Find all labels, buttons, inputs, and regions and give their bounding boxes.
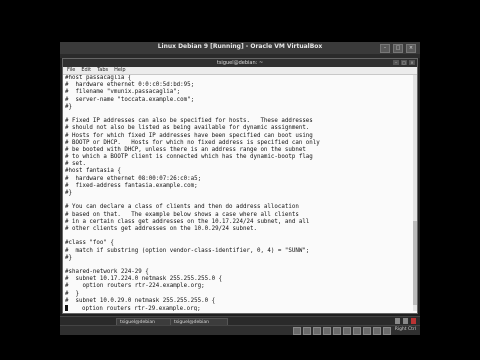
- optical-drive-icon[interactable]: [302, 327, 311, 335]
- terminal-line: # set.: [65, 161, 86, 168]
- terminal-scroll-thumb[interactable]: [413, 221, 417, 305]
- network-adapter-icon[interactable]: [322, 327, 331, 335]
- terminal-line: # Hosts for which fixed IP addresses hav…: [65, 132, 313, 139]
- menu-file[interactable]: File: [67, 67, 75, 74]
- shared-folders-icon[interactable]: [342, 327, 351, 335]
- terminal-line: # subnet 10.17.224.0 netmask 255.255.255…: [65, 276, 223, 283]
- display-icon[interactable]: [352, 327, 361, 335]
- vbox-statusbar: Right Ctrl: [60, 325, 420, 335]
- terminal-title: tsiguel@debian: ~: [216, 60, 264, 66]
- terminal-line: # server-name "toccata.example.com";: [65, 96, 195, 103]
- terminal-titlebar[interactable]: tsiguel@debian: ~ – □ ×: [63, 59, 417, 67]
- terminal-line: # filename "vmunix.passacaglia";: [65, 89, 181, 96]
- terminal-line: # in a certain class get addresses on th…: [65, 218, 310, 225]
- vbox-status-icons: Right Ctrl: [292, 327, 416, 335]
- terminal-line: # }: [65, 290, 79, 297]
- terminal-line: # other clients get addresses on the 10.…: [65, 225, 257, 232]
- recording-icon[interactable]: [362, 327, 371, 335]
- terminal-line: # fixed-address fantasia.example.com;: [65, 182, 198, 189]
- terminal-line: #}: [65, 190, 72, 196]
- terminal-line: #shared-network 224-29 {: [65, 269, 149, 276]
- terminal-menubar: File Edit Tabs Help: [63, 67, 417, 75]
- vbox-window-title: Linux Debian 9 [Running] - Oracle VM Vir…: [157, 43, 323, 50]
- terminal-line: #host fantasia {: [65, 168, 121, 175]
- terminal-line: # should not also be listed as being ava…: [65, 125, 310, 132]
- terminal-minimize-button[interactable]: –: [393, 60, 399, 65]
- terminal-scrollbar[interactable]: [413, 75, 417, 311]
- terminal-line: # based on that. The example below shows…: [65, 211, 299, 218]
- terminal-maximize-button[interactable]: □: [401, 60, 407, 65]
- mouse-integration-icon[interactable]: [372, 327, 381, 335]
- terminal-line: #}: [65, 103, 72, 110]
- usb-icon[interactable]: [332, 327, 341, 335]
- terminal-line: # match if substring (option vendor-clas…: [65, 247, 310, 254]
- menu-help[interactable]: Help: [114, 67, 125, 74]
- minimize-button[interactable]: –: [380, 44, 390, 53]
- maximize-button[interactable]: □: [393, 44, 403, 53]
- volume-icon[interactable]: [403, 318, 408, 324]
- power-icon[interactable]: [411, 318, 416, 324]
- vbox-window-controls: – □ ×: [380, 44, 416, 53]
- terminal-line: # to which a BOOTP client is connected w…: [65, 154, 313, 161]
- terminal-line: # be booted with DHCP, unless there is a…: [65, 146, 306, 153]
- network-icon[interactable]: [395, 318, 400, 324]
- terminal-line: # You can declare a class of clients and…: [65, 204, 299, 211]
- system-tray: [395, 318, 416, 324]
- keyboard-icon[interactable]: [382, 327, 391, 335]
- terminal-line: # hardware ethernet 0:0:c0:5d:bd:95;: [65, 82, 195, 89]
- terminal-window-controls: – □ ×: [393, 60, 415, 65]
- terminal-line: #class "foo" {: [65, 240, 114, 247]
- terminal-line: # hardware ethernet 08:00:07:26:c0:a5;: [65, 175, 202, 182]
- terminal-text-area[interactable]: #host passacaglia {# hardware ethernet 0…: [65, 75, 411, 311]
- terminal-line: # option routers rtr-224.example.org;: [65, 283, 205, 290]
- menu-tabs[interactable]: Tabs: [97, 67, 108, 74]
- terminal-line: # BOOTP or DHCP. Hosts for which no fixe…: [65, 139, 320, 146]
- terminal-line: #}: [65, 254, 72, 261]
- terminal-line: option routers rtr-29.example.org;: [65, 305, 411, 311]
- guest-screen[interactable]: tsiguel@debian: ~ – □ × File Edit Tabs H…: [60, 54, 420, 327]
- terminal-close-button[interactable]: ×: [409, 60, 415, 65]
- text-cursor: [65, 305, 68, 311]
- host-key-label: Right Ctrl: [394, 327, 416, 332]
- audio-icon[interactable]: [312, 327, 321, 335]
- menu-edit[interactable]: Edit: [81, 67, 91, 74]
- terminal-line: #host passacaglia {: [65, 75, 132, 81]
- terminal-window[interactable]: tsiguel@debian: ~ – □ × File Edit Tabs H…: [62, 58, 418, 314]
- terminal-line: # subnet 10.0.29.0 netmask 255.255.255.0…: [65, 297, 216, 304]
- terminal-line: # Fixed IP addresses can also be specifi…: [65, 118, 313, 125]
- harddisk-icon[interactable]: [292, 327, 301, 335]
- close-button[interactable]: ×: [406, 44, 416, 53]
